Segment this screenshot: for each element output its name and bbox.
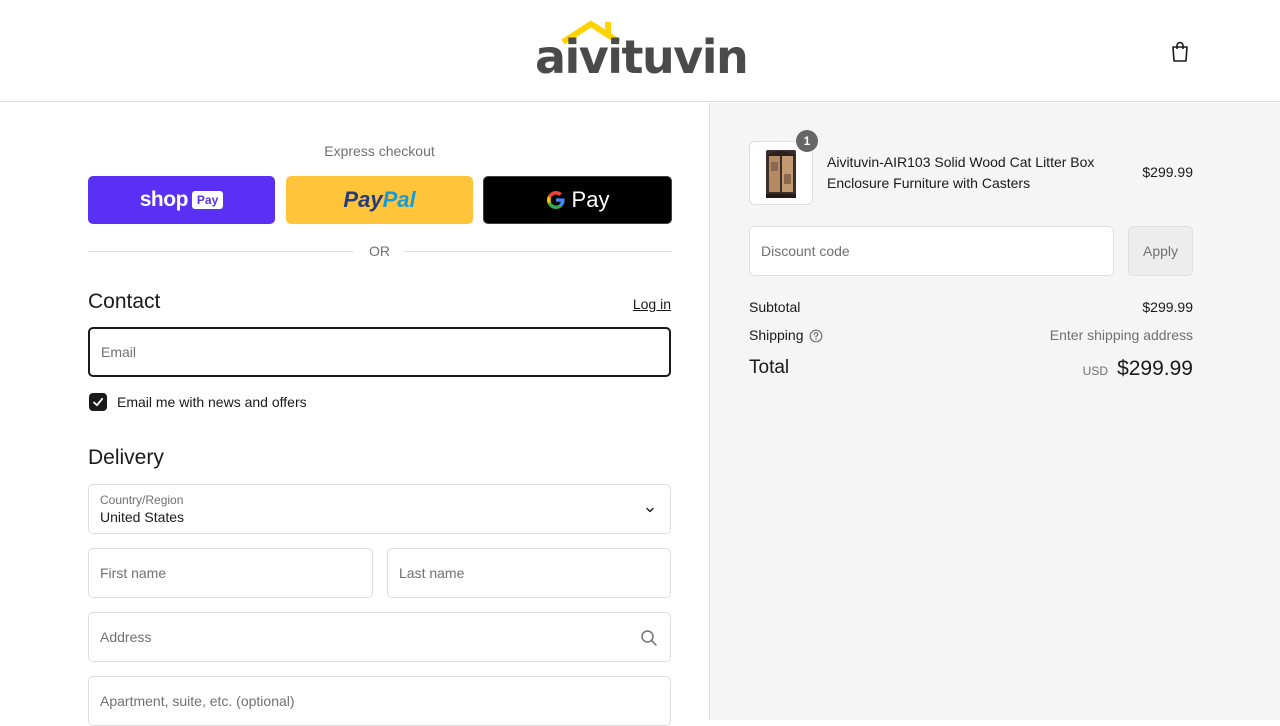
logo-text: aivituvin bbox=[535, 30, 749, 84]
discount-input[interactable] bbox=[750, 227, 1113, 275]
chevron-down-icon bbox=[646, 507, 654, 513]
product-price: $299.99 bbox=[1142, 164, 1193, 180]
shop-pay-badge: Pay bbox=[191, 191, 224, 209]
help-circle-icon[interactable] bbox=[809, 329, 823, 343]
apartment-input[interactable] bbox=[89, 677, 670, 725]
first-name-input[interactable] bbox=[89, 549, 372, 597]
apply-button[interactable]: Apply bbox=[1128, 226, 1193, 276]
address-field[interactable] bbox=[88, 612, 671, 662]
last-name-input[interactable] bbox=[388, 549, 670, 597]
store-logo[interactable]: aivituvin bbox=[535, 20, 749, 84]
country-label: Country/Region bbox=[100, 493, 184, 507]
subtotal-label: Subtotal bbox=[749, 299, 801, 315]
first-name-field[interactable] bbox=[88, 548, 373, 598]
delivery-title: Delivery bbox=[88, 446, 164, 469]
total-label: Total bbox=[749, 357, 790, 378]
newsletter-label: Email me with news and offers bbox=[117, 394, 307, 410]
shop-pay-button[interactable]: shop Pay bbox=[88, 176, 275, 224]
paypal-button[interactable]: PayPal bbox=[286, 176, 473, 224]
google-pay-button[interactable]: Pay bbox=[483, 176, 672, 224]
shopping-bag-icon bbox=[1172, 41, 1188, 62]
newsletter-checkbox[interactable] bbox=[89, 393, 107, 411]
order-summary-panel: 1 Aivituvin-AIR103 Solid Wood Cat Litter… bbox=[709, 103, 1280, 720]
country-select[interactable]: Country/Region United States bbox=[88, 484, 671, 534]
shop-pay-brand: shop bbox=[139, 188, 189, 211]
or-divider: OR bbox=[88, 243, 671, 259]
or-text: OR bbox=[369, 243, 390, 259]
country-value: United States bbox=[100, 509, 185, 525]
email-input[interactable] bbox=[90, 329, 669, 375]
last-name-field[interactable] bbox=[387, 548, 671, 598]
google-g-icon bbox=[546, 191, 565, 209]
cart-button[interactable] bbox=[1166, 38, 1194, 66]
paypal-logo-part2: Pal bbox=[382, 187, 416, 212]
product-name: Aivituvin-AIR103 Solid Wood Cat Litter B… bbox=[827, 154, 1095, 191]
quantity-badge: 1 bbox=[796, 130, 818, 152]
shipping-label: Shipping bbox=[749, 327, 804, 343]
contact-title: Contact bbox=[88, 290, 161, 313]
subtotal-value: $299.99 bbox=[1142, 299, 1193, 315]
checkout-form-panel: Express checkout shop Pay PayPal Pay OR … bbox=[0, 103, 709, 726]
paypal-logo-part1: Pay bbox=[343, 187, 383, 212]
email-field[interactable] bbox=[88, 327, 671, 377]
site-header: aivituvin bbox=[0, 0, 1280, 102]
paypal-logo: PayPal bbox=[343, 187, 415, 213]
checkmark-icon bbox=[93, 397, 104, 407]
search-icon bbox=[641, 630, 657, 646]
discount-field[interactable] bbox=[749, 226, 1114, 276]
address-input[interactable] bbox=[89, 613, 670, 661]
express-checkout-label: Express checkout bbox=[324, 143, 435, 159]
apartment-field[interactable] bbox=[88, 676, 671, 726]
shipping-value: Enter shipping address bbox=[1049, 327, 1193, 343]
total-value: $299.99 bbox=[1117, 357, 1193, 380]
login-link[interactable]: Log in bbox=[600, 296, 671, 312]
google-pay-label: Pay bbox=[571, 187, 610, 212]
total-currency: USD bbox=[1082, 364, 1108, 378]
